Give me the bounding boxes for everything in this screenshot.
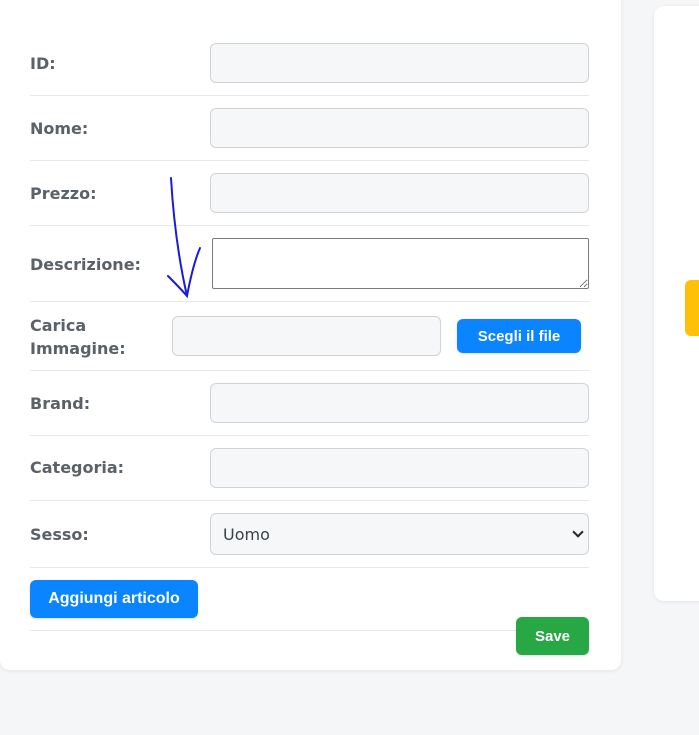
- gender-label: Sesso:: [30, 525, 89, 544]
- gender-select-value: Uomo: [223, 524, 270, 544]
- brand-label: Brand:: [30, 394, 91, 413]
- id-input[interactable]: [210, 43, 589, 83]
- side-accent-badge[interactable]: [685, 280, 699, 336]
- category-input[interactable]: [210, 448, 589, 488]
- image-label-line1: Carica: [30, 316, 87, 335]
- price-input[interactable]: [210, 173, 589, 213]
- brand-input[interactable]: [210, 383, 589, 423]
- price-label: Prezzo:: [30, 184, 97, 203]
- choose-file-button[interactable]: Scegli il file: [457, 319, 581, 353]
- gender-select[interactable]: Uomo: [210, 513, 589, 555]
- description-textarea[interactable]: [212, 238, 589, 289]
- image-file-input[interactable]: [172, 316, 441, 356]
- name-input[interactable]: [210, 108, 589, 148]
- category-label: Categoria:: [30, 458, 125, 477]
- description-label: Descrizione:: [30, 255, 141, 274]
- add-item-button[interactable]: Aggiungi articolo: [30, 580, 198, 618]
- name-label: Nome:: [30, 119, 89, 138]
- chevron-down-icon: [572, 526, 584, 538]
- id-label: ID:: [30, 54, 56, 73]
- annotation-arrow-icon: [167, 177, 201, 299]
- image-label-line2: Immagine:: [30, 339, 126, 358]
- save-button[interactable]: Save: [516, 617, 589, 655]
